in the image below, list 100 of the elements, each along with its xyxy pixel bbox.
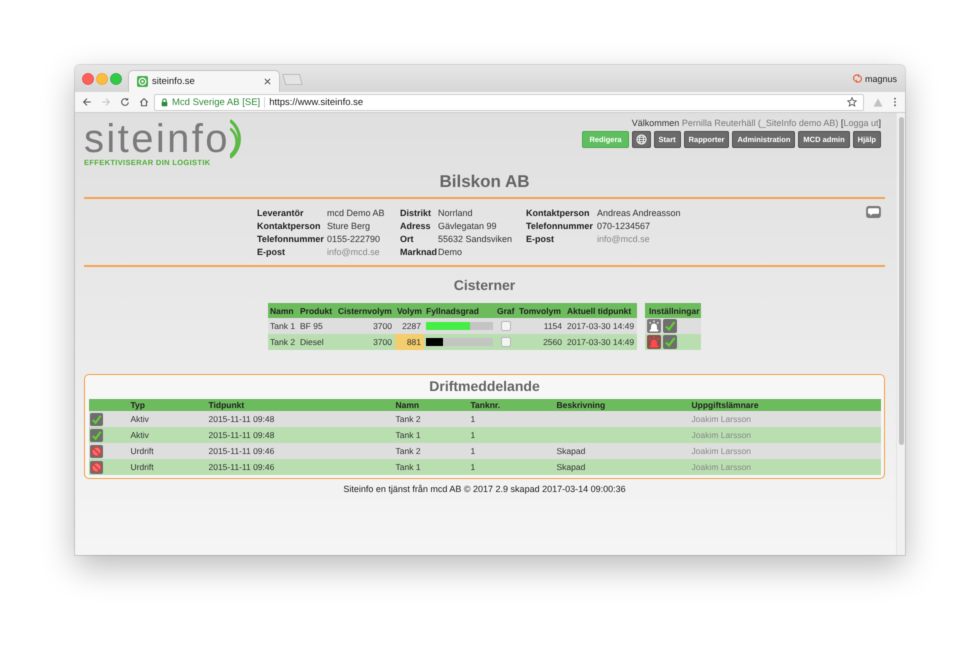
company-title: Bilskon AB (438, 172, 531, 192)
siren-icon[interactable] (647, 319, 661, 333)
tab-title: siteinfo.se (152, 76, 196, 87)
column-header: Produkt (299, 304, 334, 318)
scrollbar-thumb[interactable] (898, 117, 904, 445)
globe-icon (636, 134, 647, 145)
column-header: Graf (496, 304, 516, 318)
table-cell-text: Urdrift (130, 445, 155, 458)
zoom-window-icon[interactable] (110, 72, 122, 84)
column-header: Inställningar (648, 306, 699, 316)
table-cell-text: Skapad (556, 461, 586, 474)
arcs-icon (230, 119, 244, 159)
close-icon[interactable] (264, 78, 271, 85)
language-button[interactable] (632, 131, 651, 148)
table-cell-text: Aktiv (130, 429, 150, 442)
url-text: https://www.siteinfo.se (269, 96, 364, 108)
field-value: 0155-222790 (327, 234, 380, 244)
table-cell-text: 3700 (372, 336, 393, 349)
reload-icon[interactable] (120, 97, 130, 107)
table-cell-text: Aktiv (130, 413, 150, 426)
field-value: Gävlegatan 99 (438, 220, 497, 230)
new-tab-icon[interactable] (282, 74, 303, 85)
table-cell-text: 1 (470, 445, 476, 458)
email-link[interactable]: info@mcd.se (597, 234, 650, 244)
menu-icon[interactable] (893, 97, 897, 107)
field-label: Marknad (400, 246, 438, 256)
table-cell-text: Tank 2 (394, 445, 422, 458)
site-identity: Mcd Sverige AB [SE] (172, 96, 260, 108)
address-bar[interactable]: Mcd Sverige AB [SE] https://www.siteinfo.se (154, 94, 864, 110)
field-label: Telefonnummer (526, 220, 593, 230)
siren-icon[interactable] (647, 335, 661, 349)
home-icon[interactable] (139, 97, 149, 107)
table-cell-text: Urdrift (130, 461, 155, 474)
browser-tab[interactable]: siteinfo.se (128, 70, 280, 92)
field-label: Kontaktperson (257, 220, 321, 230)
footer-text: Siteinfo en tjänst från mcd AB © 2017 2.9 skapad 2017-03-14 09:00:36 (342, 483, 627, 495)
minimize-window-icon[interactable] (96, 72, 108, 84)
column-header: Aktuell tidpunkt (566, 304, 632, 318)
field-label: E-post (526, 234, 554, 244)
table-cell-text: Tank 2 (269, 336, 296, 349)
check-icon[interactable] (663, 335, 677, 349)
column-header: Cisternvolym (337, 304, 393, 318)
no-entry-icon (90, 460, 102, 474)
check-icon (90, 428, 102, 442)
table-cell-text: 2017-03-30 14:49 (566, 320, 636, 333)
check-icon[interactable] (663, 319, 677, 333)
table-cell-text: 1 (470, 429, 476, 442)
field-label: Leverantör (257, 208, 304, 218)
table-cell-text: 2015-11-11 09:46 (208, 461, 276, 474)
column-header: Volym (396, 304, 423, 318)
table-cell-text: 2015-11-11 09:48 (208, 413, 276, 426)
field-label: Telefonnummer (257, 234, 324, 244)
table-cell-text: 2015-11-11 09:46 (208, 445, 276, 458)
column-header: Typ (130, 399, 146, 411)
table-cell-text: Diesel (299, 336, 325, 349)
field-value: Demo (438, 246, 462, 256)
check-icon (90, 412, 102, 426)
column-header: Namn (269, 304, 295, 318)
table-cell-text: 2560 (542, 336, 563, 349)
field-label: E-post (257, 246, 285, 256)
field-value: Sture Berg (327, 220, 370, 230)
field-value: mcd Demo AB (327, 208, 385, 218)
table-cell-text: Tank 2 (394, 413, 422, 426)
graph-checkbox[interactable] (501, 337, 511, 347)
field-value: 55632 Sandsviken (438, 234, 512, 244)
back-icon[interactable] (82, 97, 92, 107)
speech-bubble-icon[interactable] (866, 206, 881, 218)
field-label: Distrikt (400, 208, 432, 218)
profile-name[interactable]: magnus (864, 74, 897, 84)
star-icon[interactable] (847, 97, 857, 107)
field-value: Norrland (438, 208, 473, 218)
graph-checkbox[interactable] (501, 321, 511, 331)
table-cell-text: Tank 1 (269, 320, 296, 333)
logo-text: siteinfo (84, 119, 230, 159)
table-cell-text: 1 (470, 461, 476, 474)
field-value: Andreas Andreasson (597, 208, 681, 218)
triangle-icon[interactable] (873, 98, 883, 106)
column-header: Beskrivning (556, 399, 606, 411)
field-label: Adress (400, 220, 431, 230)
table-cell-text: 2287 (401, 320, 422, 333)
column-header: Namn (394, 399, 420, 411)
table-cell-text: Skapad (556, 445, 586, 458)
lock-icon (161, 98, 168, 106)
table-cell-text: 2015-11-11 09:48 (208, 429, 276, 442)
table-cell-text: Tank 1 (394, 461, 422, 474)
column-header: Uppgiftslämnare (690, 399, 760, 411)
column-header: Tidpunkt (208, 399, 246, 411)
column-header: Tomvolym (518, 304, 562, 318)
column-header: Fyllnadsgrad (425, 304, 480, 318)
close-window-icon[interactable] (82, 72, 94, 84)
field-label: Kontaktperson (526, 208, 590, 218)
table-cell: 881 (395, 334, 424, 350)
table-cell-text: 3700 (372, 320, 393, 333)
sync-icon (852, 74, 862, 83)
logout-link[interactable]: Logga ut (843, 118, 878, 128)
table-cell-text: BF 95 (299, 320, 324, 333)
email-link[interactable]: info@mcd.se (327, 246, 380, 256)
field-label: Ort (400, 234, 414, 244)
table-cell-text: 1 (470, 413, 476, 426)
welcome-text: Välkommen Pernilla Reuterhäll (_SiteInfo demo AB) [Logga ut] (632, 118, 881, 129)
